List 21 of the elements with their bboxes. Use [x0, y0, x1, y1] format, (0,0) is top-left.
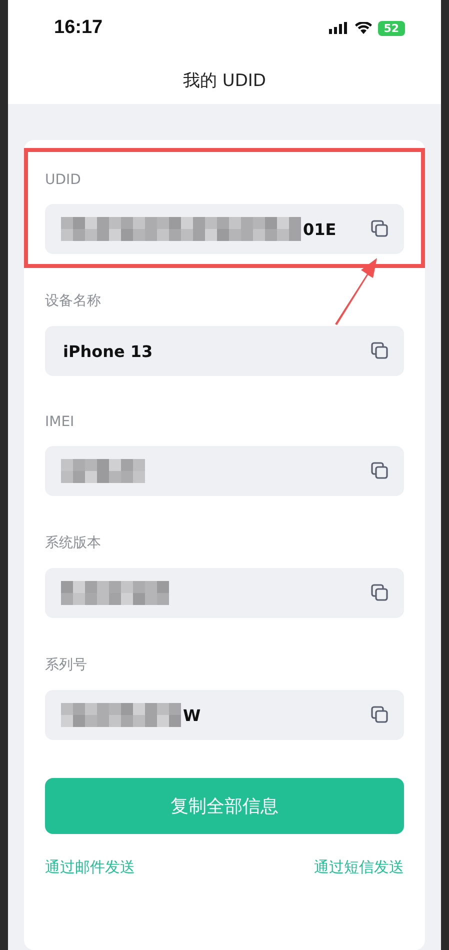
field-label: 系列号	[45, 656, 88, 674]
copy-icon[interactable]	[370, 705, 390, 725]
field-label: 设备名称	[45, 292, 102, 310]
copy-icon[interactable]	[370, 461, 390, 481]
copy-icon[interactable]	[370, 341, 390, 361]
send-link[interactable]: 通过邮件发送	[45, 858, 135, 877]
copy-icon[interactable]	[370, 583, 390, 603]
send-link[interactable]: 通过短信发送	[314, 858, 404, 877]
status-time: 16:17	[54, 17, 103, 39]
field-label: IMEI	[45, 414, 76, 430]
battery-indicator: 52	[378, 20, 405, 36]
field-label: 系统版本	[45, 534, 102, 552]
page-title: 我的 UDID	[182, 70, 266, 92]
field-label: UDID	[45, 172, 82, 188]
field-value: iPhone 13	[63, 342, 153, 360]
copy-all-button[interactable]: 复制全部信息	[45, 778, 404, 834]
signal-icon	[328, 22, 349, 34]
field-value: W	[183, 706, 201, 724]
wifi-icon	[354, 22, 372, 34]
field-value: 01E	[303, 220, 336, 238]
copy-icon[interactable]	[370, 219, 390, 239]
